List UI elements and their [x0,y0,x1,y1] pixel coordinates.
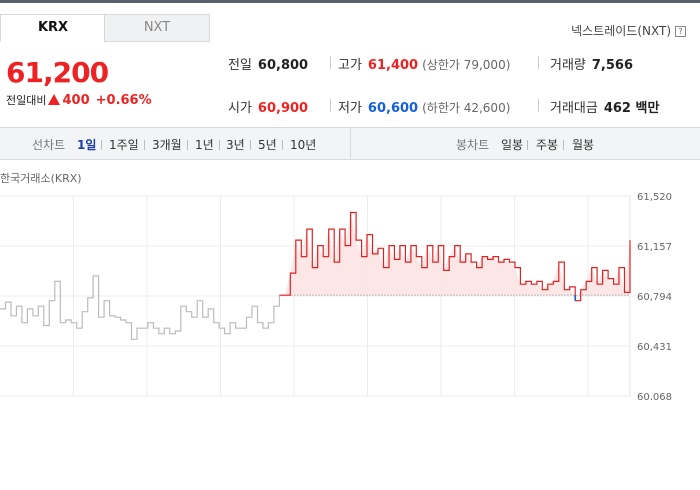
market-label: 한국거래소(KRX) [0,172,82,185]
stat-value: 61,400 [367,58,419,73]
period-3y[interactable]: 3년 [226,136,245,153]
stat-turnover: 거래대금 462 백만 [550,97,659,116]
divider [187,140,188,150]
stat-value: 60,900 [257,101,309,116]
y-tick-label: 60,794 [637,292,672,303]
line-chart-label: 선차트 [32,138,66,152]
stat-sub: (하한가 42,600) [422,101,511,115]
period-5y[interactable]: 5년 [258,136,277,153]
divider [563,140,564,150]
stat-low: 저가 60,600 (하한가 42,600) [338,97,510,116]
toolbar-divider [350,128,351,159]
candle-chart-label: 봉차트 [456,138,490,152]
stat-prev-close: 전일 60,800 [228,54,308,73]
change-percent: +0.66% [95,93,152,108]
help-icon[interactable]: ? [675,26,686,37]
chart-marks [0,211,631,340]
divider [250,140,251,150]
change-label: 전일대비 [6,94,47,107]
stat-value: 462 백만 [603,101,660,116]
divider [101,140,102,150]
stat-label: 고가 [338,58,362,73]
nxt-link[interactable]: 넥스트레이드(NXT)? [571,22,686,39]
tab-nxt[interactable]: NXT [104,14,210,42]
divider [527,140,528,150]
chart-toolbar: 선차트 1일 1주일 3개월 1년 3년 5년 10년 봉차트 일봉 주봉 월봉 [0,127,700,160]
period-3m[interactable]: 3개월 [152,136,182,153]
tab-krx[interactable]: KRX [0,14,106,42]
y-tick-label: 60,068 [637,392,672,400]
period-10y[interactable]: 10년 [290,136,316,153]
stat-value: 7,566 [591,58,634,73]
y-tick-label: 61,157 [637,242,672,253]
candle-daily[interactable]: 일봉 [501,136,523,153]
stat-value: 60,600 [367,101,419,116]
top-border [0,0,700,3]
nxt-link-label: 넥스트레이드(NXT) [571,24,671,38]
price-change: 전일대비 400 +0.66% [6,92,152,108]
y-tick-label: 60,431 [637,342,672,353]
divider [144,140,145,150]
stat-label: 저가 [338,101,362,116]
divider [330,56,331,69]
stat-label: 전일 [228,58,252,73]
stat-label: 시가 [228,101,252,116]
period-1y[interactable]: 1년 [195,136,214,153]
divider [330,99,331,112]
stat-value: 60,800 [257,58,309,73]
divider [538,99,539,112]
chart-grid [0,195,631,397]
period-1d[interactable]: 1일 [77,136,96,153]
price-chart[interactable]: 61,520 61,157 60,794 60,431 60,068 [0,190,700,400]
divider [538,56,539,69]
stat-volume: 거래량 7,566 [550,54,633,73]
change-amount: 400 [62,93,90,108]
y-axis-labels: 61,520 61,157 60,794 60,431 60,068 [637,192,672,400]
up-triangle-icon [48,94,61,105]
y-tick-label: 61,520 [637,192,672,203]
current-price: 61,200 [6,56,109,89]
divider [282,140,283,150]
stat-sub: (상한가 79,000) [422,58,511,72]
stat-high: 고가 61,400 (상한가 79,000) [338,54,510,73]
divider [219,140,220,150]
period-1w[interactable]: 1주일 [109,136,139,153]
candle-weekly[interactable]: 주봉 [536,136,558,153]
stat-label: 거래량 [550,58,586,73]
stat-label: 거래대금 [550,101,598,116]
stat-open: 시가 60,900 [228,97,308,116]
series-line-prev [0,275,280,340]
candle-monthly[interactable]: 월봉 [572,136,594,153]
